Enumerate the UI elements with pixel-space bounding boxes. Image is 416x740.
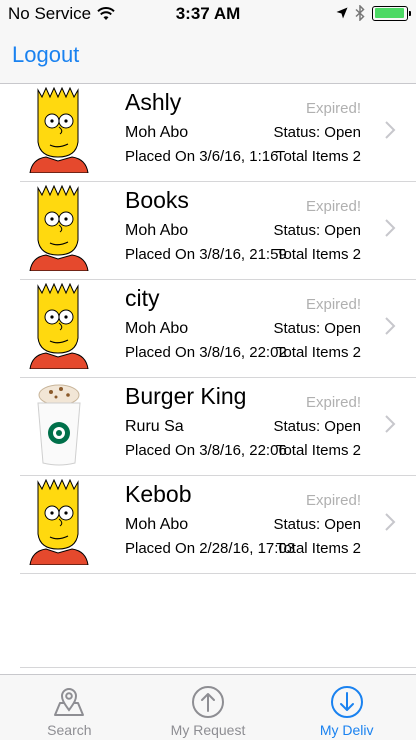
chevron-right-icon [385, 513, 396, 531]
order-placed-date: Placed On 3/8/16, 21:59 [125, 246, 287, 263]
navigation-bar: Logout [0, 28, 416, 84]
map-pin-icon [54, 688, 85, 716]
order-total-items: Total Items 2 [275, 148, 361, 165]
expired-label: Expired! [305, 394, 361, 411]
arrow-down-circle-icon [330, 686, 363, 718]
tab-label: My Request [170, 722, 246, 738]
tab-label: Search [47, 722, 92, 738]
coffee-cup-icon [37, 384, 81, 466]
list-item[interactable]: Kebob Moh Abo Placed On 2/28/16, 17:03 E… [20, 476, 416, 574]
battery-icon [372, 5, 411, 21]
order-placed-date: Placed On 3/8/16, 22:02 [125, 344, 287, 361]
order-user: Moh Abo [125, 516, 189, 533]
list-item[interactable]: Burger King Ruru Sa Placed On 3/8/16, 22… [20, 378, 416, 476]
chevron-right-icon [385, 219, 396, 237]
expired-label: Expired! [305, 492, 361, 509]
order-total-items: Total Items 2 [275, 246, 361, 263]
bart-avatar-icon [29, 185, 89, 271]
order-user: Ruru Sa [125, 418, 184, 435]
tab-my-deliv[interactable]: My Deliv [277, 675, 416, 740]
chevron-right-icon [385, 317, 396, 335]
tab-search[interactable]: Search [0, 675, 139, 740]
order-status: Status: Open [273, 320, 361, 337]
expired-label: Expired! [305, 198, 361, 215]
chevron-right-icon [385, 121, 396, 139]
order-total-items: Total Items 2 [275, 442, 361, 459]
list-divider [20, 667, 416, 668]
order-total-items: Total Items 2 [275, 344, 361, 361]
order-name: Burger King [125, 383, 247, 409]
order-placed-date: Placed On 3/8/16, 22:06 [125, 442, 287, 459]
status-bar: No Service 3:37 AM [0, 0, 416, 28]
logout-button[interactable]: Logout [12, 42, 79, 68]
location-arrow-icon [336, 7, 348, 19]
list-item[interactable]: Ashly Moh Abo Placed On 3/6/16, 1:16 Exp… [20, 84, 416, 182]
order-total-items: Total Items 2 [275, 540, 361, 557]
bluetooth-icon [355, 5, 365, 21]
order-status: Status: Open [273, 222, 361, 239]
status-right [336, 5, 411, 21]
order-user: Moh Abo [125, 222, 189, 239]
tab-bar: Search My Request My Deliv [0, 674, 416, 740]
orders-list: Ashly Moh Abo Placed On 3/6/16, 1:16 Exp… [0, 84, 416, 574]
bart-avatar-icon [29, 479, 89, 565]
expired-label: Expired! [305, 296, 361, 313]
order-status: Status: Open [273, 124, 361, 141]
expired-label: Expired! [305, 100, 361, 117]
list-item[interactable]: city Moh Abo Placed On 3/8/16, 22:02 Exp… [20, 280, 416, 378]
bart-avatar-icon [29, 87, 89, 173]
tab-label: My Deliv [319, 722, 374, 738]
chevron-right-icon [385, 415, 396, 433]
order-user: Moh Abo [125, 320, 189, 337]
order-status: Status: Open [273, 516, 361, 533]
order-name: Kebob [125, 481, 192, 507]
order-placed-date: Placed On 3/6/16, 1:16 [125, 148, 279, 165]
order-placed-date: Placed On 2/28/16, 17:03 [125, 540, 296, 557]
order-status: Status: Open [273, 418, 361, 435]
order-user: Moh Abo [125, 124, 189, 141]
order-name: city [125, 285, 160, 311]
order-name: Ashly [125, 89, 182, 115]
arrow-up-circle-icon [192, 686, 224, 718]
tab-my-request[interactable]: My Request [139, 675, 278, 740]
order-name: Books [125, 187, 189, 213]
bart-avatar-icon [29, 283, 89, 369]
list-item[interactable]: Books Moh Abo Placed On 3/8/16, 21:59 Ex… [20, 182, 416, 280]
